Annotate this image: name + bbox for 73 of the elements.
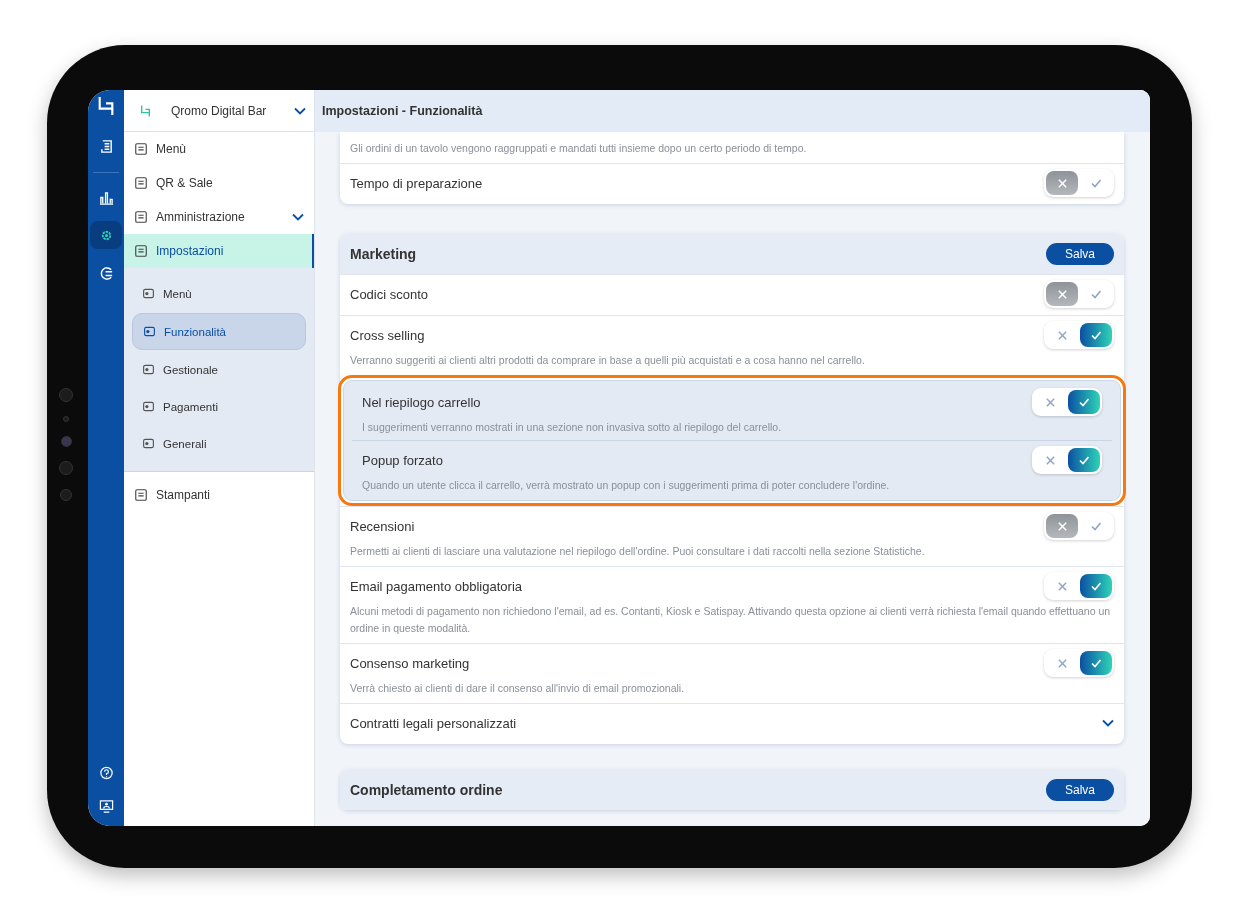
nav-item[interactable]: Stampanti (124, 478, 314, 512)
nav-item[interactable]: QR & Sale (124, 166, 314, 200)
check-icon (1090, 657, 1102, 669)
save-button[interactable]: Salva (1045, 243, 1114, 265)
check-icon (1078, 396, 1090, 408)
toggle-switch[interactable] (1032, 388, 1102, 416)
setting-label: Email pagamento obbligatoria (350, 578, 522, 594)
card-icon (142, 400, 155, 413)
save-button[interactable]: Salva (1045, 779, 1114, 801)
submenu-item[interactable]: Funzionalità (132, 313, 306, 350)
nav-item[interactable]: Menù (124, 132, 314, 166)
close-icon (1056, 329, 1068, 341)
list-icon (134, 142, 148, 156)
setting-description: Verrà chiesto ai clienti di dare il consenso all'invio di email promozionali. (350, 681, 686, 696)
monitor-icon[interactable] (98, 799, 114, 814)
close-icon (1056, 657, 1068, 669)
card-icon (142, 437, 155, 450)
check-icon (1090, 580, 1102, 592)
submenu-item[interactable]: Gestionale (132, 352, 306, 387)
setting-label: Consenso marketing (350, 655, 470, 671)
setting-description: Alcuni metodi di pagamento non richiedono l'email, ad es. Contanti, Kiosk e Satispay. Attivando questa opzione ai clienti verrà richiesta l'email quando effettuano un ordine in queste modalità. (350, 604, 1112, 636)
close-icon (1044, 454, 1056, 466)
check-icon (1090, 288, 1102, 300)
venue-selector[interactable]: Qromo Digital Bar (124, 90, 314, 132)
setting-label: Cross selling (350, 327, 425, 343)
toggle-switch[interactable] (1044, 280, 1114, 308)
list-icon (134, 210, 148, 224)
submenu-item[interactable]: Menù (132, 276, 306, 311)
check-icon (1090, 329, 1102, 341)
nav-item[interactable]: Impostazioni (124, 234, 314, 268)
list-icon (134, 176, 148, 190)
card-icon (142, 363, 155, 376)
submenu-item[interactable]: Pagamenti (132, 389, 306, 424)
section-title: Completamento ordine (350, 782, 503, 798)
list-icon (134, 488, 148, 502)
toggle-switch[interactable] (1044, 512, 1114, 540)
check-icon (1090, 177, 1102, 189)
close-icon (1056, 177, 1068, 189)
setting-label: Popup forzato (362, 452, 443, 468)
nav-item[interactable]: Amministrazione (124, 200, 314, 234)
close-icon (1056, 288, 1068, 300)
chevron-icon[interactable] (1102, 719, 1114, 727)
setting-label: Tempo di preparazione (350, 175, 483, 191)
close-icon (1056, 580, 1068, 592)
logo-icon (140, 104, 151, 117)
close-icon (1056, 520, 1068, 532)
list-icon (134, 244, 148, 258)
setting-description: Gli ordini di un tavolo vengono raggruppati e mandati tutti insieme dopo un certo periodo di tempo. (350, 141, 808, 156)
setting-label: Nel riepilogo carrello (362, 394, 481, 410)
page-title: Impostazioni - Funzionalità (322, 104, 483, 118)
setting-description: I suggerimenti verranno mostrati in una sezione non invasiva sotto al riepilogo del carrello. (362, 420, 783, 435)
setting-label: Codici sconto (350, 286, 429, 302)
submenu-item[interactable]: Generali (132, 426, 306, 461)
setting-description: Permetti ai clienti di lasciare una valutazione nel riepilogo dell'ordine. Puoi consultare i dati raccolti nella sezione Statistiche. (350, 544, 926, 559)
toggle-switch[interactable] (1044, 321, 1114, 349)
section-title: Marketing (350, 246, 417, 262)
card-icon (142, 287, 155, 300)
gear-icon[interactable] (90, 221, 122, 249)
toggle-switch[interactable] (1044, 649, 1114, 677)
close-icon (1044, 396, 1056, 408)
setting-label: Recensioni (350, 518, 415, 534)
setting-description: Verranno suggeriti ai clienti altri prodotti da comprare in base a quelli più acquistati e a cosa hanno nel carrello. (350, 353, 866, 368)
card-icon (143, 325, 156, 338)
help-icon[interactable] (98, 766, 114, 781)
chevron-icon (294, 106, 306, 115)
toggle-switch[interactable] (1044, 169, 1114, 197)
toggle-switch[interactable] (1032, 446, 1102, 474)
check-icon (1090, 520, 1102, 532)
toggle-switch[interactable] (1044, 572, 1114, 600)
check-icon (1078, 454, 1090, 466)
logo-icon (97, 96, 115, 116)
setting-label: Contratti legali personalizzati (350, 715, 517, 731)
setting-description: Quando un utente clicca il carrello, verrà mostrato un popup con i suggerimenti prima di poter concludere l'ordine. (362, 478, 891, 493)
